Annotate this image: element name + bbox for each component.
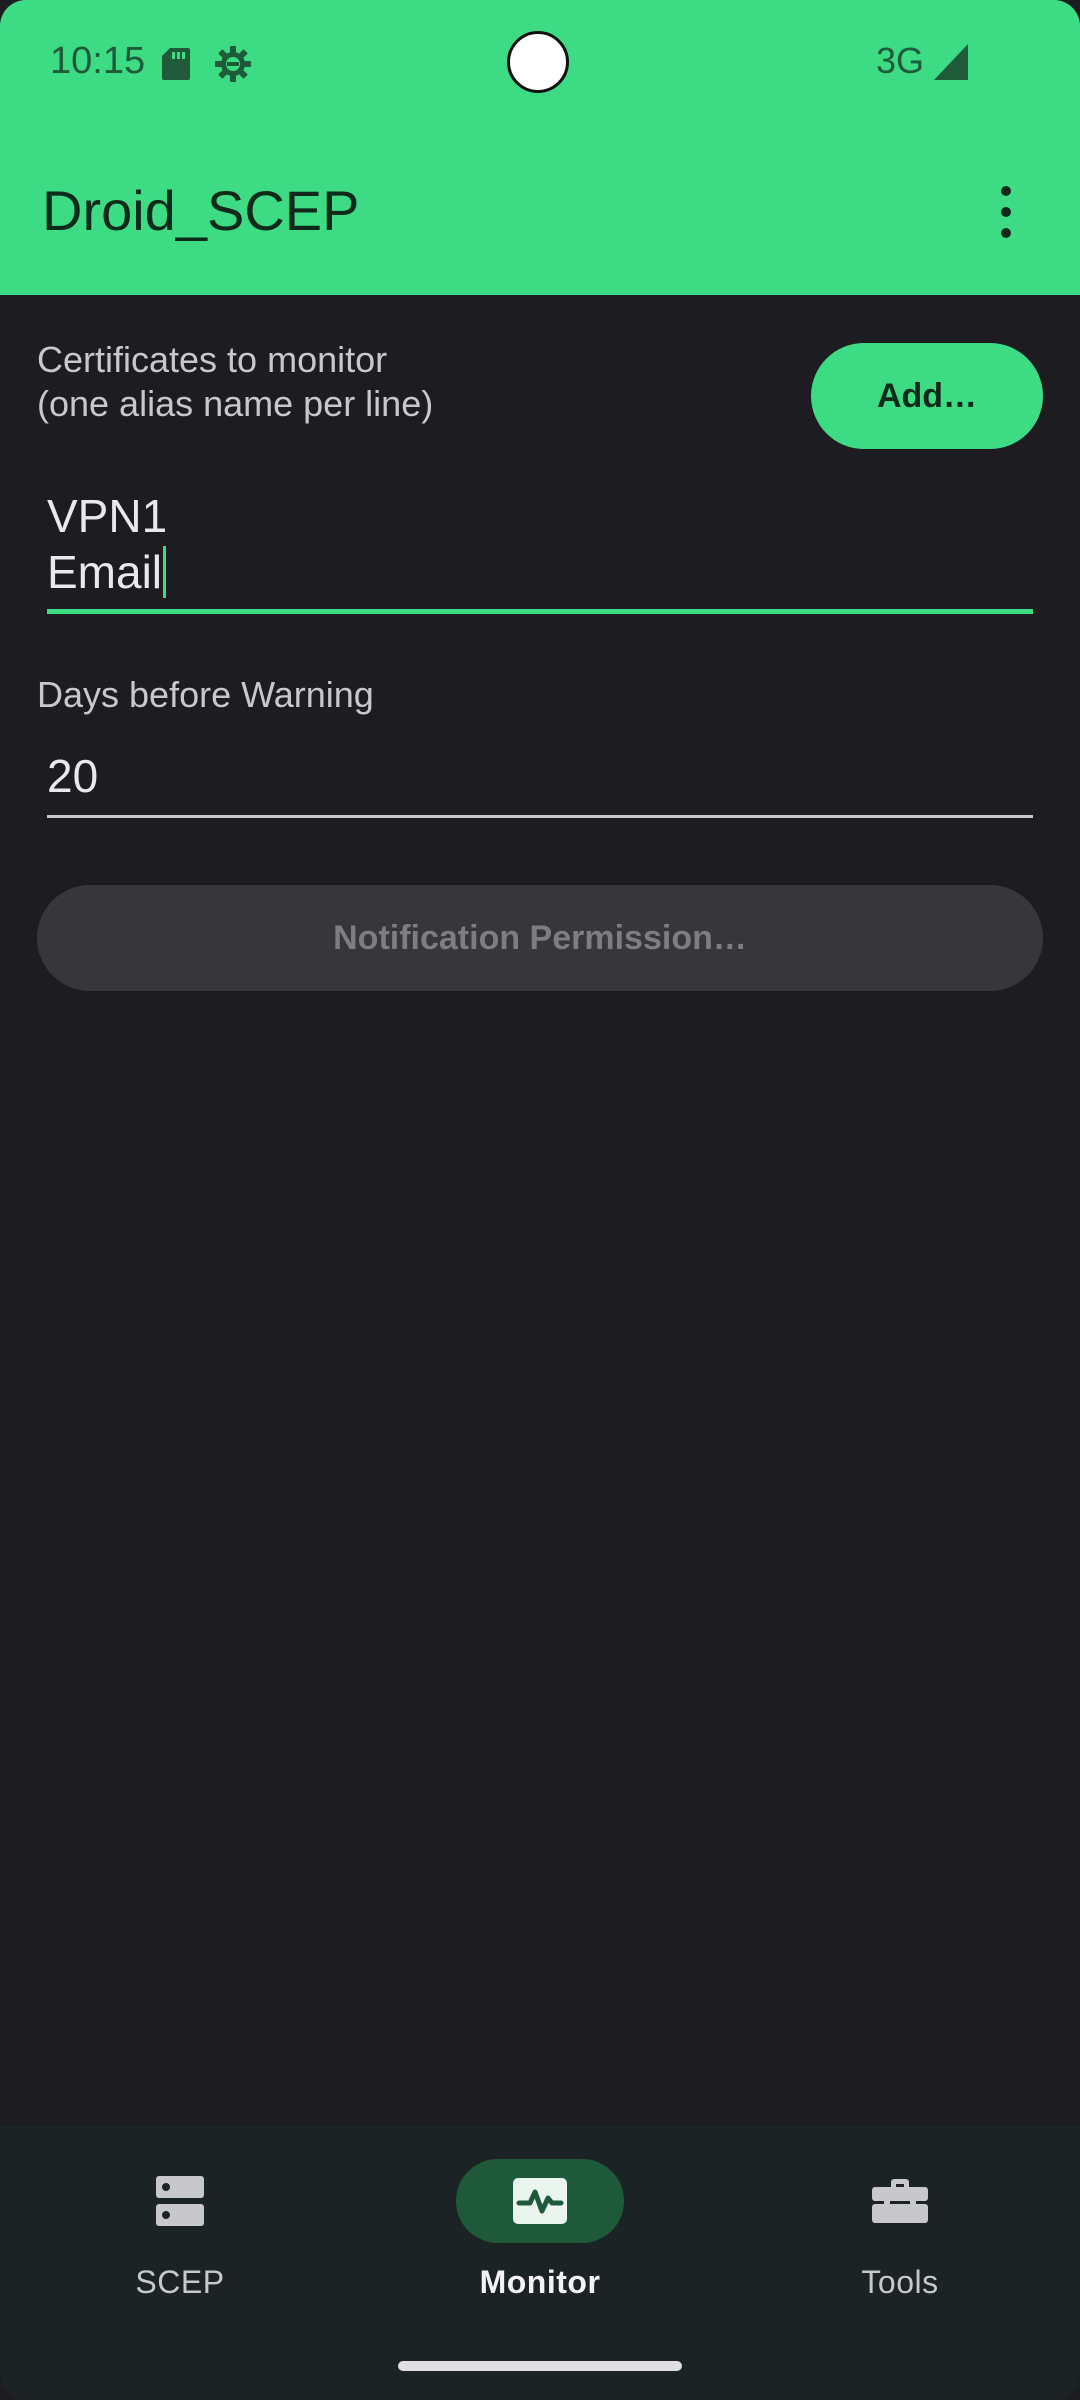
nav-item-scep[interactable]: SCEP (0, 2126, 360, 2356)
nav-icon-container (96, 2159, 264, 2243)
days-underline (47, 815, 1033, 818)
sd-card-icon (162, 48, 190, 80)
alias-line-with-caret: Email (47, 544, 1033, 600)
text-caret (163, 546, 167, 598)
nav-item-tools[interactable]: Tools (720, 2126, 1080, 2356)
more-vert-icon[interactable] (990, 186, 1022, 238)
add-button[interactable]: Add… (811, 343, 1043, 449)
nav-label-scep: SCEP (135, 2264, 225, 2300)
nav-label-monitor: Monitor (479, 2264, 601, 2300)
certificates-label-line1: Certificates to monitor (37, 339, 388, 380)
certificates-label-line2: (one alias name per line) (37, 383, 434, 424)
notification-permission-button[interactable]: Notification Permission… (37, 885, 1043, 991)
screen: 10:15 3G Droid_SCEP Certificates to moni… (0, 0, 1080, 2400)
server-icon (156, 2176, 204, 2226)
days-value: 20 (47, 750, 99, 802)
nav-label-tools: Tools (861, 2264, 939, 2300)
aliases-textarea[interactable]: VPN1 Email (47, 488, 1033, 614)
days-before-warning-input[interactable]: 20 (47, 748, 1033, 818)
camera-cutout (507, 31, 569, 93)
bottom-navigation: SCEP Monitor Tools (0, 2126, 1080, 2400)
aliases-underline (47, 609, 1033, 614)
nav-item-monitor[interactable]: Monitor (360, 2126, 720, 2356)
nav-icon-container (456, 2159, 624, 2243)
monitor-heartbeat-icon (513, 2178, 567, 2224)
status-bar: 10:15 3G (0, 0, 1080, 128)
days-before-warning-label: Days before Warning (37, 674, 374, 715)
alias-line: VPN1 (47, 490, 168, 542)
signal-icon (934, 44, 968, 80)
app-title: Droid_SCEP (42, 179, 360, 242)
certificates-label: Certificates to monitor (one alias name … (37, 338, 737, 426)
alias-line: Email (47, 546, 163, 598)
nav-icon-container (816, 2159, 984, 2243)
network-type: 3G (876, 40, 925, 81)
toolbox-icon (872, 2179, 928, 2223)
status-time: 10:15 (50, 40, 146, 82)
settings-gear-icon (215, 46, 251, 82)
gesture-navigation-bar[interactable] (398, 2361, 682, 2371)
